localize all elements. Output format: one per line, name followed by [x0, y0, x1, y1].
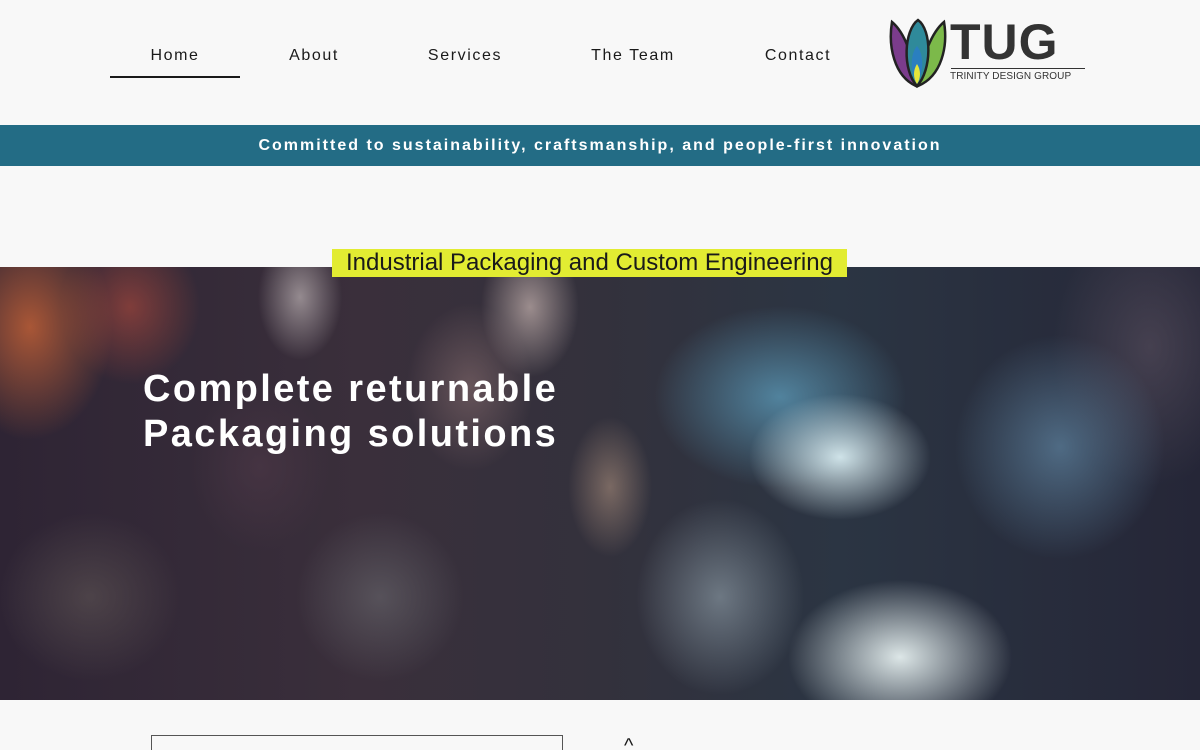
scroll-up-icon[interactable]: ^ [624, 736, 633, 750]
logo-subtitle: TRINITY DESIGN GROUP [950, 71, 1072, 82]
mission-text: Committed to sustainability, craftsmansh… [258, 136, 942, 154]
nav-services[interactable]: Services [403, 36, 527, 78]
nav-the-team[interactable]: The Team [572, 36, 694, 78]
site-header: Home About Services The Team Contact TUG… [0, 0, 1200, 125]
hero-heading: Complete returnable Packaging solutions [143, 367, 558, 457]
nav-contact[interactable]: Contact [739, 36, 857, 78]
hero-section: Complete returnable Packaging solutions [0, 267, 1200, 700]
mission-banner: Committed to sustainability, craftsmansh… [0, 125, 1200, 166]
bottom-form-field[interactable] [151, 735, 563, 750]
company-logo[interactable]: TUG TRINITY DESIGN GROUP [888, 16, 1088, 88]
hero-line-1: Complete returnable [143, 368, 559, 410]
nav-home[interactable]: Home [110, 36, 240, 78]
main-nav: Home About Services The Team Contact [110, 36, 850, 78]
logo-divider [951, 68, 1085, 69]
hero-line-2: Packaging solutions [143, 413, 559, 455]
logo-wordmark: TUG [950, 14, 1059, 70]
logo-petals-icon [889, 18, 947, 88]
nav-about[interactable]: About [260, 36, 368, 78]
industry-tag: Industrial Packaging and Custom Engineer… [332, 249, 847, 277]
